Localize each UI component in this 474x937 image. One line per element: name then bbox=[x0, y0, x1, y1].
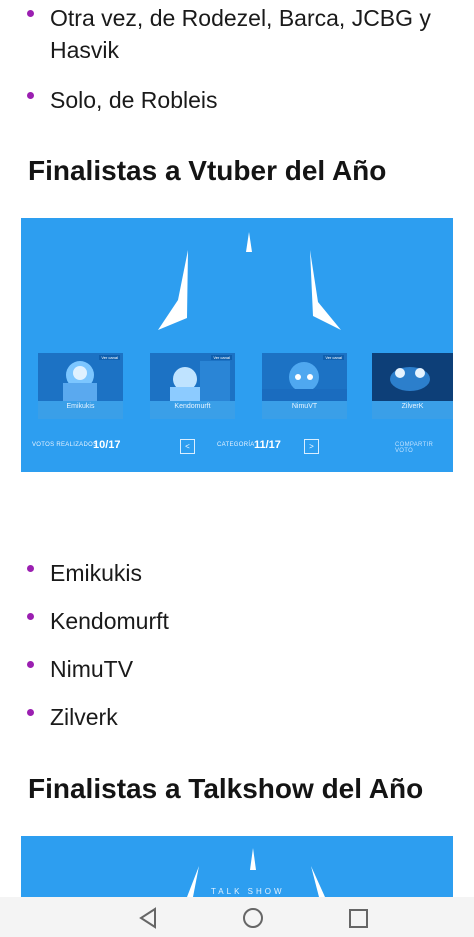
list-item: Kendomurft bbox=[0, 605, 474, 653]
candidate-card-emikukis[interactable]: Ver canal Emikukis bbox=[38, 353, 123, 419]
candidate-name: Emikukis bbox=[66, 403, 95, 410]
vtuber-finalists-list: Emikukis Kendomurft NimuTV Zilverk bbox=[0, 557, 474, 749]
candidate-name: Kendomurft bbox=[174, 403, 211, 410]
view-channel-badge: Ver canal bbox=[323, 355, 344, 360]
list-item-text: Emikukis bbox=[50, 560, 143, 586]
candidate-name: NimuVT bbox=[291, 403, 318, 410]
candidate-card-kendomurft[interactable]: Ver canal Kendomurft bbox=[150, 353, 235, 419]
talkshow-banner-image[interactable]: TALK SHOW bbox=[21, 836, 453, 897]
candidate-name: ZilverK bbox=[401, 403, 424, 410]
candidate-avatar bbox=[372, 353, 453, 401]
candidate-avatar bbox=[38, 353, 123, 401]
candidate-card-zilverk[interactable]: ZilverK bbox=[372, 353, 453, 419]
banner-decoration bbox=[158, 232, 341, 330]
votes-value: 10/17 bbox=[93, 439, 121, 451]
bullet-icon bbox=[27, 661, 34, 668]
system-navigation-bar bbox=[0, 897, 474, 937]
candidate-avatar bbox=[150, 353, 235, 401]
list-item: Zilverk bbox=[0, 701, 474, 749]
view-channel-badge: Ver canal bbox=[211, 355, 232, 360]
talkshow-banner-text: TALK SHOW bbox=[211, 887, 285, 896]
list-item: Emikukis bbox=[0, 557, 474, 605]
recent-apps-icon[interactable] bbox=[348, 908, 370, 935]
view-channel-badge: Ver canal bbox=[99, 355, 120, 360]
category-label: CATEGORÍA bbox=[217, 442, 255, 448]
list-item-text-cont: Hasvik bbox=[50, 37, 120, 63]
section-heading-vtuber: Finalistas a Vtuber del Año bbox=[28, 155, 387, 186]
next-category-button[interactable]: > bbox=[304, 439, 319, 454]
list-item: Otra vez, de Rodezel, Barca, JCBG y Hasv… bbox=[0, 2, 474, 68]
bullet-icon bbox=[27, 565, 34, 572]
prev-category-button[interactable]: < bbox=[180, 439, 195, 454]
list-item: NimuTV bbox=[0, 653, 474, 701]
share-vote-link[interactable]: COMPARTIR VOTO bbox=[395, 442, 453, 454]
category-value: 11/17 bbox=[254, 439, 281, 451]
votes-label: VOTOS REALIZADOS bbox=[32, 442, 98, 448]
home-icon[interactable] bbox=[242, 907, 264, 934]
bullet-icon bbox=[27, 709, 34, 716]
list-item-text: Solo, de Robleis bbox=[50, 87, 218, 113]
vtuber-banner-image[interactable]: Ver canal Emikukis Ver canal Kendomurft … bbox=[21, 218, 453, 472]
bullet-icon bbox=[27, 10, 34, 17]
section-heading-talkshow: Finalistas a Talkshow del Año bbox=[28, 773, 424, 804]
candidate-card-nimuvt[interactable]: Ver canal NimuVT bbox=[262, 353, 347, 419]
list-item-text: Kendomurft bbox=[50, 608, 169, 634]
bullet-icon bbox=[27, 92, 34, 99]
list-item: Solo, de Robleis bbox=[0, 84, 474, 116]
candidate-avatar bbox=[262, 353, 347, 401]
top-bullet-list: Otra vez, de Rodezel, Barca, JCBG y Hasv… bbox=[0, 2, 474, 116]
back-icon[interactable] bbox=[137, 907, 159, 934]
list-item-text: NimuTV bbox=[50, 656, 134, 682]
list-item-text: Zilverk bbox=[50, 704, 118, 730]
bullet-icon bbox=[27, 613, 34, 620]
list-item-text: Otra vez, de Rodezel, Barca, JCBG y bbox=[50, 5, 431, 31]
